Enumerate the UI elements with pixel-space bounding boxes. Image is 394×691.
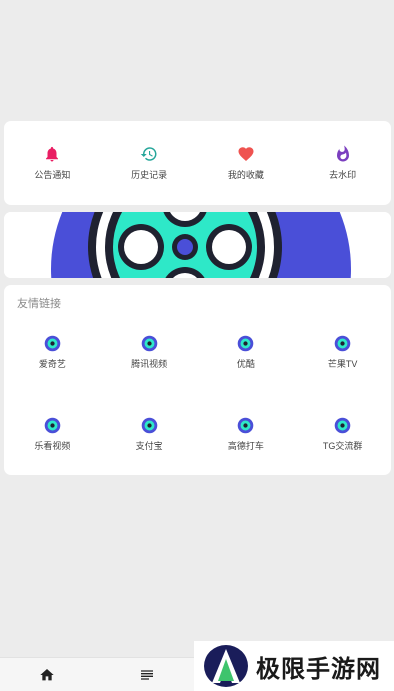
- quick-action-label: 公告通知: [34, 170, 71, 180]
- quick-action-label: 去水印: [329, 170, 357, 180]
- friend-link-amap-taxi[interactable]: 高德打车: [198, 417, 295, 452]
- friend-links-title: 友情链接: [17, 298, 61, 310]
- app-logo-icon: [334, 335, 351, 352]
- friend-link-youku[interactable]: 优酷: [198, 335, 295, 370]
- heart-icon: [237, 145, 255, 163]
- watermark-text: 极限手游网: [256, 654, 381, 683]
- list-icon[interactable]: [139, 667, 155, 683]
- app-logo-icon: [141, 417, 158, 434]
- friend-links-grid: 爱奇艺 腾讯视频 优酷 芒果TV 乐看视频 支付宝 高德打车 TG交流群: [4, 335, 391, 452]
- quick-action-label: 我的收藏: [227, 170, 264, 180]
- quick-action-history[interactable]: 历史记录: [101, 145, 198, 181]
- watermark-logo-icon: [202, 643, 250, 689]
- friend-link-label: TG交流群: [322, 441, 363, 451]
- quick-action-favorites[interactable]: 我的收藏: [198, 145, 295, 181]
- friend-link-tg-group[interactable]: TG交流群: [294, 417, 391, 452]
- flame-icon: [334, 145, 352, 163]
- friend-link-label: 支付宝: [135, 441, 163, 451]
- friend-link-label: 优酷: [236, 359, 255, 369]
- friend-links-card: 友情链接 爱奇艺 腾讯视频 优酷 芒果TV 乐看视频 支付宝 高德打车 TG交流…: [4, 285, 391, 475]
- friend-link-mango-tv[interactable]: 芒果TV: [294, 335, 391, 370]
- app-logo-icon: [237, 335, 254, 352]
- app-logo-icon: [44, 417, 61, 434]
- quick-action-notice[interactable]: 公告通知: [4, 145, 101, 181]
- friend-link-label: 腾讯视频: [131, 359, 168, 369]
- film-reel-banner-image: [4, 212, 391, 278]
- friend-link-lekan-video[interactable]: 乐看视频: [4, 417, 101, 452]
- friend-link-alipay[interactable]: 支付宝: [101, 417, 198, 452]
- friend-link-iqiyi[interactable]: 爱奇艺: [4, 335, 101, 370]
- quick-actions-card: 公告通知 历史记录 我的收藏 去水印: [4, 121, 391, 205]
- app-logo-icon: [44, 335, 61, 352]
- app-logo-icon: [141, 335, 158, 352]
- app-logo-icon: [334, 417, 351, 434]
- site-watermark: 极限手游网: [194, 641, 394, 691]
- friend-link-label: 爱奇艺: [38, 359, 66, 369]
- friend-link-label: 高德打车: [227, 441, 264, 451]
- home-icon[interactable]: [39, 667, 55, 683]
- app-logo-icon: [237, 417, 254, 434]
- friend-link-label: 乐看视频: [34, 441, 71, 451]
- quick-action-label: 历史记录: [131, 170, 168, 180]
- friend-link-label: 芒果TV: [327, 359, 358, 369]
- quick-action-remove-watermark[interactable]: 去水印: [294, 145, 391, 181]
- friend-link-tencent-video[interactable]: 腾讯视频: [101, 335, 198, 370]
- banner-card[interactable]: [4, 212, 391, 278]
- history-icon: [140, 145, 158, 163]
- bell-icon: [43, 145, 61, 163]
